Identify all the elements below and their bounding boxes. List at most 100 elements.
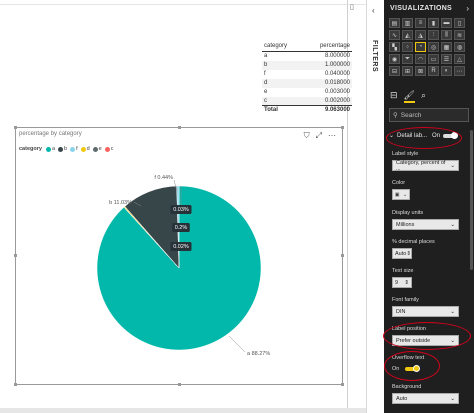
decimal-places-label: % decimal places: [392, 239, 435, 245]
ribbon-chart-icon[interactable]: ≋: [454, 30, 465, 40]
search-placeholder: Search: [400, 111, 422, 119]
fields-tab-icon[interactable]: ⊟: [390, 90, 398, 103]
cell-percentage: 0.018000: [301, 78, 352, 88]
data-label-d: 0.03%: [173, 207, 189, 213]
cell-category: e: [264, 89, 268, 95]
detail-labels-section-header[interactable]: ⌄ Detail lab... On: [389, 131, 469, 139]
cell-percentage: 0.002000: [301, 96, 352, 106]
chevron-left-icon[interactable]: ‹: [372, 6, 375, 15]
resize-handle[interactable]: [14, 126, 17, 129]
table-row: d 0.018000: [262, 78, 352, 88]
chevron-down-icon[interactable]: ⌄: [389, 132, 394, 139]
resize-handle[interactable]: [341, 254, 344, 257]
line-chart-icon[interactable]: ∿: [389, 30, 400, 40]
background-value: Auto: [396, 395, 408, 402]
map-icon[interactable]: ◍: [454, 42, 465, 52]
display-units-dropdown[interactable]: Millions ⌄: [392, 219, 459, 230]
matrix-icon[interactable]: ⊠: [415, 66, 426, 76]
column-header-category[interactable]: category: [262, 42, 302, 52]
label-position-dropdown[interactable]: Prefer outside ⌄: [392, 335, 459, 346]
funnel-icon[interactable]: ⏷: [402, 54, 413, 64]
detail-labels-toggle[interactable]: [443, 131, 459, 139]
cell-category: a: [264, 53, 268, 60]
area-chart-icon[interactable]: ◭: [402, 30, 413, 40]
total-label: Total: [262, 105, 302, 115]
visualizations-pane: VISUALIZATIONS › ▤ ▥ ≡ ▮ ▬ ▯ ∿ ◭ ◮ ⫶ ⫼ ≋…: [384, 0, 474, 413]
r-visual-icon[interactable]: R: [428, 66, 439, 76]
report-canvas: ▯ category percentage a 8.000000 b 1.00000…: [0, 0, 366, 413]
multi-row-card-icon[interactable]: ☰: [441, 54, 452, 64]
resize-handle[interactable]: [14, 254, 17, 257]
decimal-places-stepper[interactable]: Auto ⇕: [392, 248, 412, 259]
font-family-value: DIN: [396, 308, 406, 315]
slicer-icon[interactable]: ⊟: [389, 66, 400, 76]
100-column-chart-icon[interactable]: ▯: [454, 18, 465, 28]
filters-label[interactable]: FILTERS: [371, 40, 378, 72]
cell-category: b: [262, 60, 302, 70]
text-size-value: 9: [395, 279, 399, 286]
chevron-down-icon: ⌄: [450, 337, 455, 344]
table-icon[interactable]: ⊞: [402, 66, 413, 76]
chevron-right-icon[interactable]: ›: [466, 4, 469, 13]
clustered-column-chart-icon[interactable]: ▮: [428, 18, 439, 28]
visualizations-title: VISUALIZATIONS: [390, 5, 453, 12]
detail-labels-title[interactable]: Detail lab...: [397, 133, 427, 139]
chevron-down-icon: ⌄: [403, 191, 408, 198]
overflow-text-toggle[interactable]: [405, 365, 421, 372]
treemap-icon[interactable]: ▦: [441, 42, 452, 52]
cell-percentage: 0.003000: [324, 89, 350, 95]
chevron-down-icon: ⌄: [450, 395, 455, 402]
100-bar-chart-icon[interactable]: ▬: [441, 18, 452, 28]
table-row: a 8.000000: [262, 52, 352, 61]
overflow-text-control[interactable]: On: [392, 365, 421, 372]
globe-icon[interactable]: ◐: [441, 66, 452, 76]
clustered-bar-chart-icon[interactable]: ≡: [415, 18, 426, 28]
color-label: Color: [392, 180, 406, 186]
resize-handle[interactable]: [178, 383, 181, 386]
font-family-label: Font family: [392, 297, 419, 303]
color-swatch-icon: ▣: [394, 191, 400, 198]
filters-pane-collapsed[interactable]: ‹ FILTERS: [366, 0, 384, 413]
donut-chart-icon[interactable]: ◎: [428, 42, 439, 52]
table-visual[interactable]: category percentage a 8.000000 b 1.000000 …: [262, 42, 352, 115]
waterfall-chart-icon[interactable]: ▚: [389, 42, 400, 52]
format-pane-scrollbar[interactable]: [470, 130, 473, 270]
resize-handle[interactable]: [341, 383, 344, 386]
scatter-chart-icon[interactable]: ⁘: [402, 42, 413, 52]
pie-chart-visual[interactable]: percentage by category ⛉ ⤢ ⋯ category ab…: [14, 126, 344, 386]
card-icon[interactable]: ▭: [428, 54, 439, 64]
resize-handle[interactable]: [341, 126, 344, 129]
text-size-stepper[interactable]: 9 ⇕: [392, 277, 412, 288]
background-dropdown[interactable]: Auto ⌄: [392, 393, 459, 404]
line-clustered-column-icon[interactable]: ⫼: [441, 30, 452, 40]
detail-labels-toggle-text: On: [432, 132, 441, 139]
line-column-chart-icon[interactable]: ⫶: [428, 30, 439, 40]
data-label-c: 0.02%: [173, 244, 189, 250]
font-family-dropdown[interactable]: DIN ⌄: [392, 306, 459, 317]
label-position-label: Label position: [392, 326, 426, 332]
analytics-magnifier-icon[interactable]: ⌕: [421, 90, 426, 103]
cell-percentage: 0.040000: [324, 71, 350, 77]
chevron-down-icon: ⌄: [450, 162, 455, 169]
filled-map-icon[interactable]: ◉: [389, 54, 400, 64]
column-header-percentage[interactable]: percentage: [301, 42, 352, 52]
pie-chart-svg: a 88.27% b 11.03% f 0.44% 0.03% 0.2% 0.02%: [96, 175, 270, 357]
chevron-down-icon: ⌄: [450, 221, 455, 228]
pie-chart-icon[interactable]: ◔: [415, 42, 426, 52]
format-paint-roller-icon[interactable]: 🖌: [403, 90, 415, 103]
stacked-area-chart-icon[interactable]: ◮: [415, 30, 426, 40]
format-search-box[interactable]: ⚲ Search: [389, 108, 469, 122]
custom-visual-icon[interactable]: ⋯: [454, 66, 465, 76]
stacked-column-chart-icon[interactable]: ▥: [402, 18, 413, 28]
gauge-icon[interactable]: ◠: [415, 54, 426, 64]
display-units-value: Millions: [396, 221, 415, 228]
resize-handle[interactable]: [178, 126, 181, 129]
color-picker[interactable]: ▣ ⌄: [392, 189, 410, 200]
canvas-top-border: [0, 0, 366, 5]
kpi-icon[interactable]: △: [454, 54, 465, 64]
label-style-dropdown[interactable]: Category, percent of ... ⌄: [392, 159, 459, 172]
canvas-bottom-border: [0, 408, 366, 413]
label-style-value: Category, percent of ...: [396, 159, 446, 172]
stacked-bar-chart-icon[interactable]: ▤: [389, 18, 400, 28]
resize-handle[interactable]: [14, 383, 17, 386]
